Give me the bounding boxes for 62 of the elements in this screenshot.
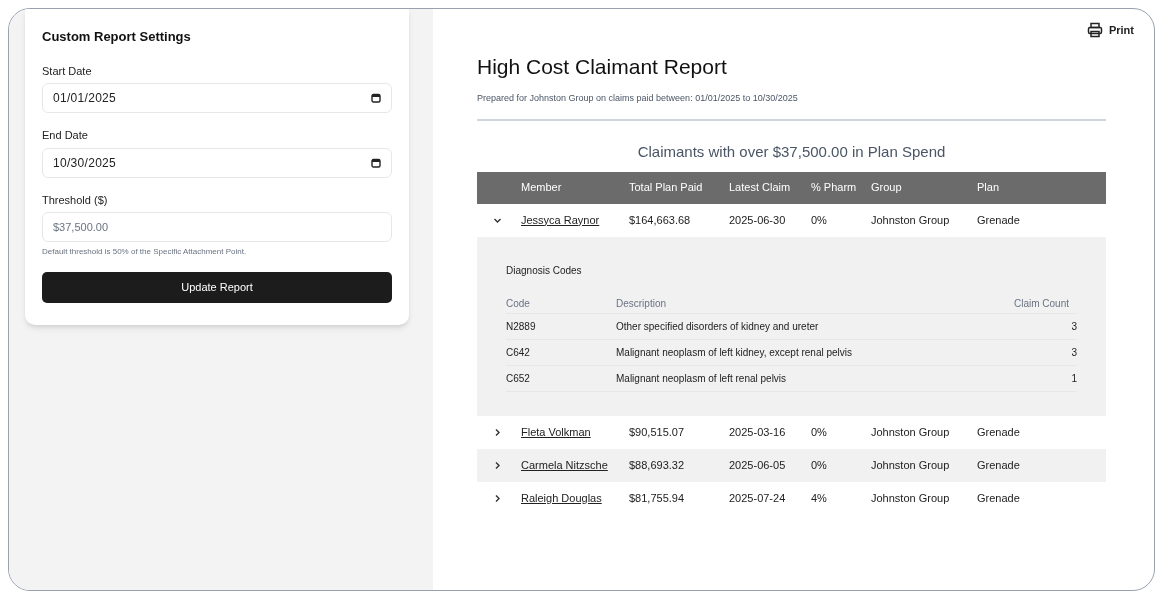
field-label: Start Date [42, 63, 93, 79]
table-cell-text: 2025-07-24 [729, 490, 787, 506]
calendar-icon[interactable] [371, 93, 381, 103]
member-link[interactable]: Carmela Nitzsche [517, 456, 629, 474]
column-header: Member [520, 180, 563, 196]
column-header: Latest Claim [729, 180, 792, 196]
member-link[interactable]: Raleigh Douglas [517, 489, 629, 507]
column-header: Code [506, 296, 531, 311]
table-cell-text: C652 [506, 371, 531, 386]
table-cell-text: 0% [811, 457, 828, 473]
column-header: Plan [977, 180, 1001, 196]
column-header: Claim Count [1012, 296, 1070, 311]
table-cell-text: $164,663.68 [629, 212, 692, 228]
member-link[interactable]: Jessyca Raynor [517, 211, 629, 229]
printer-icon [1086, 22, 1103, 39]
table-cell-text: 3 [1070, 345, 1077, 360]
table-cell-text: Other specified disorders of kidney and ureter [616, 319, 820, 334]
table-cell-text: Johnston Group [871, 490, 951, 506]
report-subtitle: Prepared for Johnston Group on claims paid between: 01/01/2025 to 10/30/2025 [477, 91, 799, 105]
column-header: Group [871, 180, 903, 196]
input-field[interactable]: $37,500.00 [42, 212, 392, 242]
table-cell-text: Grenade [977, 212, 1021, 228]
help-text: Default threshold is 50% of the Specific Attachment Point. [42, 246, 248, 258]
table-cell-text: $81,755.94 [629, 490, 686, 506]
table-cell-text: $88,693.32 [629, 457, 686, 473]
calendar-icon[interactable] [371, 157, 381, 168]
table-cell-text: 1 [1070, 371, 1077, 386]
table-cell-text: Grenade [977, 457, 1021, 473]
table-cell-text: Malignant neoplasm of left renal pelvis [616, 371, 788, 386]
table-row[interactable]: Raleigh Douglas $81,755.94 2025-07-24 4% Johnston Group Grenade [477, 481, 1106, 515]
section-title: Diagnosis Codes [506, 263, 583, 278]
table-cell-text: Grenade [977, 424, 1021, 440]
table-cell-text: Grenade [977, 490, 1021, 506]
table-cell-text: $90,515.07 [629, 424, 686, 440]
date-field[interactable]: 01/01/2025 [42, 83, 392, 113]
column-header: % Pharm [811, 180, 858, 196]
member-link[interactable]: Fleta Volkman [517, 423, 629, 441]
table-cell-text: 4% [811, 490, 828, 506]
table-cell-text: 2025-03-16 [729, 424, 787, 440]
field-label: Threshold ($) [42, 192, 109, 208]
table-cell-text: 3 [1070, 319, 1077, 334]
table-cell-text: 2025-06-05 [729, 457, 787, 473]
column-header: Description [616, 296, 668, 311]
table-title: Claimants with over $37,500.00 in Plan Spend [636, 142, 947, 162]
table-cell-text: Johnston Group [871, 457, 951, 473]
column-header: Total Plan Paid [629, 180, 704, 196]
table-cell-text: 0% [811, 212, 828, 228]
report-title: High Cost Claimant Report [477, 54, 728, 80]
table-cell-text: Johnston Group [871, 212, 951, 228]
field-label: End Date [42, 128, 89, 143]
table-cell-text: Johnston Group [871, 424, 951, 440]
print-button[interactable]: Print [1086, 22, 1134, 39]
table-cell-text: 0% [811, 424, 828, 440]
table-row[interactable]: Jessyca Raynor $164,663.68 2025-06-30 0% Johnston Group Grenade [477, 203, 1106, 237]
table-cell-text: 2025-06-30 [729, 212, 787, 228]
date-field[interactable]: 10/30/2025 [42, 147, 392, 178]
update-report-button[interactable]: Update Report [42, 272, 392, 303]
table-row[interactable]: Fleta Volkman $90,515.07 2025-03-16 0% Johnston Group Grenade [477, 415, 1106, 449]
table-cell-text: C642 [506, 345, 531, 360]
table-cell-text: Malignant neoplasm of left kidney, except renal pelvis [616, 345, 854, 360]
panel-title: Custom Report Settings [42, 28, 192, 46]
table-cell-text: N2889 [506, 319, 537, 334]
